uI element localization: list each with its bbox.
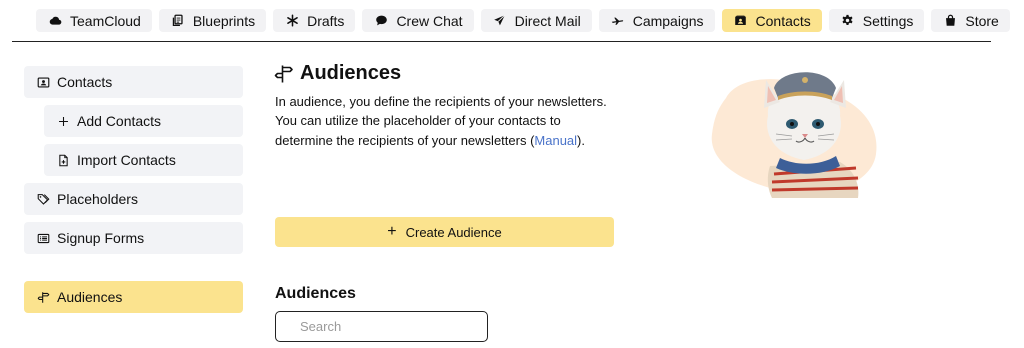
tab-label: Settings (862, 12, 914, 29)
cat-mascot-illustration (711, 72, 877, 198)
sidebar-item-import-contacts[interactable]: Import Contacts (44, 144, 243, 176)
tab-label: Store (965, 12, 999, 29)
tab-label: Blueprints (192, 12, 256, 29)
tab-teamcloud[interactable]: TeamCloud (36, 9, 152, 32)
sidebar-item-add-contacts[interactable]: Add Contacts (44, 105, 243, 137)
sidebar-item-contacts[interactable]: Contacts (24, 66, 243, 98)
tab-label: TeamCloud (70, 12, 141, 29)
gear-icon (841, 14, 855, 28)
cloud-icon (48, 14, 62, 28)
tab-crew-chat[interactable]: Crew Chat (362, 9, 474, 32)
create-audience-label: Create Audience (405, 224, 502, 240)
signpost-icon (36, 290, 50, 304)
copy-icon (171, 14, 185, 28)
plane-icon (611, 14, 625, 28)
tab-label: Campaigns (632, 12, 704, 29)
tab-drafts[interactable]: Drafts (273, 9, 356, 32)
description-end: ). (577, 132, 585, 148)
manual-link[interactable]: Manual (534, 133, 577, 148)
shopping-bag-icon (943, 14, 957, 28)
tab-label: Direct Mail (514, 12, 581, 29)
plus-icon: + (387, 223, 397, 240)
sidebar-item-label: Placeholders (57, 191, 138, 207)
sidebar-item-signup-forms[interactable]: Signup Forms (24, 222, 243, 254)
send-icon (493, 14, 507, 28)
search-input[interactable] (275, 311, 488, 342)
contact-card-icon (734, 14, 748, 28)
tab-campaigns[interactable]: Campaigns (598, 9, 715, 32)
sidebar-item-label: Import Contacts (77, 152, 176, 168)
plus-icon (56, 114, 70, 128)
contact-card-icon (36, 75, 50, 89)
form-list-icon (36, 231, 50, 245)
tab-label: Drafts (307, 12, 345, 29)
tags-icon (36, 192, 50, 206)
create-audience-button[interactable]: + Create Audience (275, 217, 614, 247)
sidebar-item-audiences[interactable]: Audiences (24, 281, 243, 313)
page-title-text: Audiences (300, 62, 402, 84)
page-title: Audiences (274, 62, 401, 85)
signpost-icon (274, 64, 294, 84)
audience-description: In audience, you define the recipients o… (275, 92, 620, 150)
tab-direct-mail[interactable]: Direct Mail (480, 9, 592, 32)
nav-divider (12, 41, 991, 42)
tab-store[interactable]: Store (931, 9, 1010, 32)
top-navigation: TeamCloud Blueprints Drafts Crew Chat Di… (36, 9, 1010, 32)
tab-label: Crew Chat (396, 12, 463, 29)
sidebar-item-label: Signup Forms (57, 230, 145, 246)
sidebar-item-placeholders[interactable]: Placeholders (24, 183, 243, 215)
tab-label: Contacts (755, 12, 811, 29)
tab-settings[interactable]: Settings (828, 9, 925, 32)
tab-contacts[interactable]: Contacts (721, 9, 822, 32)
sidebar-item-label: Add Contacts (77, 113, 162, 129)
asterisk-icon (285, 14, 299, 28)
sidebar-item-label: Contacts (57, 74, 113, 90)
chat-bubble-icon (374, 14, 388, 28)
audiences-section-title: Audiences (275, 285, 356, 302)
file-plus-icon (56, 153, 70, 167)
sidebar-item-label: Audiences (57, 289, 123, 305)
tab-blueprints[interactable]: Blueprints (158, 9, 267, 32)
